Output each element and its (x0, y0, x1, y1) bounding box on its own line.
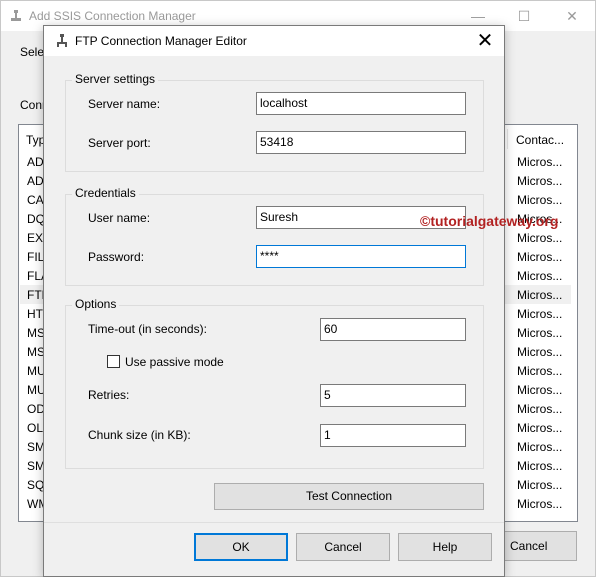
ok-button[interactable]: OK (194, 533, 288, 561)
background-cancel-button[interactable]: Cancel (495, 531, 577, 561)
list-item-contact: Micros... (517, 421, 563, 435)
list-item-contact: Micros... (517, 307, 563, 321)
chunk-size-label: Chunk size (in KB): (88, 428, 191, 442)
list-item-contact: Micros... (517, 155, 563, 169)
ftp-connection-manager-editor-dialog: FTP Connection Manager Editor ✕ Server s… (43, 25, 558, 577)
list-item-contact: Micros... (517, 250, 563, 264)
list-item-contact: Micros... (517, 326, 563, 340)
passive-mode-checkbox[interactable] (107, 355, 120, 368)
ssis-app-icon (11, 10, 21, 21)
list-item-contact: Micros... (517, 440, 563, 454)
options-group-label: Options (72, 297, 120, 311)
connection-manager-label: Connection (20, 98, 44, 112)
tutorialgateway-watermark: ©tutorialgateway.org (420, 213, 559, 229)
list-item-contact: Micros... (517, 269, 563, 283)
list-item-contact: Micros... (517, 345, 563, 359)
retries-label: Retries: (88, 388, 130, 402)
background-window-title: Add SSIS Connection Manager (29, 9, 196, 23)
retries-input[interactable]: 5 (320, 384, 466, 407)
server-name-label: Server name: (88, 97, 161, 111)
list-item-contact: Micros... (517, 364, 563, 378)
cancel-button[interactable]: Cancel (296, 533, 390, 561)
list-item-contact: Micros... (517, 193, 563, 207)
password-input[interactable]: **** (256, 245, 466, 268)
passive-mode-label[interactable]: Use passive mode (125, 355, 224, 369)
server-name-input[interactable]: localhost (256, 92, 466, 115)
credentials-group-label: Credentials (72, 186, 139, 200)
chunk-size-input[interactable]: 1 (320, 424, 466, 447)
list-item-contact: Micros... (517, 459, 563, 473)
list-item-contact: Micros... (517, 288, 563, 302)
list-item-contact: Micros... (517, 497, 563, 511)
server-port-label: Server port: (88, 136, 151, 150)
column-separator (507, 129, 508, 149)
dialog-title: FTP Connection Manager Editor (75, 34, 247, 48)
select-label: Select (20, 45, 44, 59)
maximize-icon[interactable]: ☐ (501, 1, 547, 31)
column-header-contact[interactable]: Contac... (516, 133, 564, 147)
test-connection-button[interactable]: Test Connection (214, 483, 484, 510)
close-icon[interactable]: ✕ (549, 1, 595, 31)
dialog-title-bar: FTP Connection Manager Editor ✕ (44, 26, 504, 56)
list-item-contact: Micros... (517, 231, 563, 245)
dialog-button-separator (44, 522, 504, 523)
list-item-contact: Micros... (517, 383, 563, 397)
timeout-label: Time-out (in seconds): (88, 322, 207, 336)
list-item-contact: Micros... (517, 478, 563, 492)
list-item-contact: Micros... (517, 402, 563, 416)
server-port-input[interactable]: 53418 (256, 131, 466, 154)
password-label: Password: (88, 250, 145, 264)
user-name-label: User name: (88, 211, 151, 225)
timeout-input[interactable]: 60 (320, 318, 466, 341)
help-button[interactable]: Help (398, 533, 492, 561)
list-item-contact: Micros... (517, 174, 563, 188)
dialog-close-icon[interactable]: ✕ (470, 28, 500, 54)
ftp-connection-icon (57, 34, 67, 47)
server-settings-group-label: Server settings (72, 72, 159, 86)
